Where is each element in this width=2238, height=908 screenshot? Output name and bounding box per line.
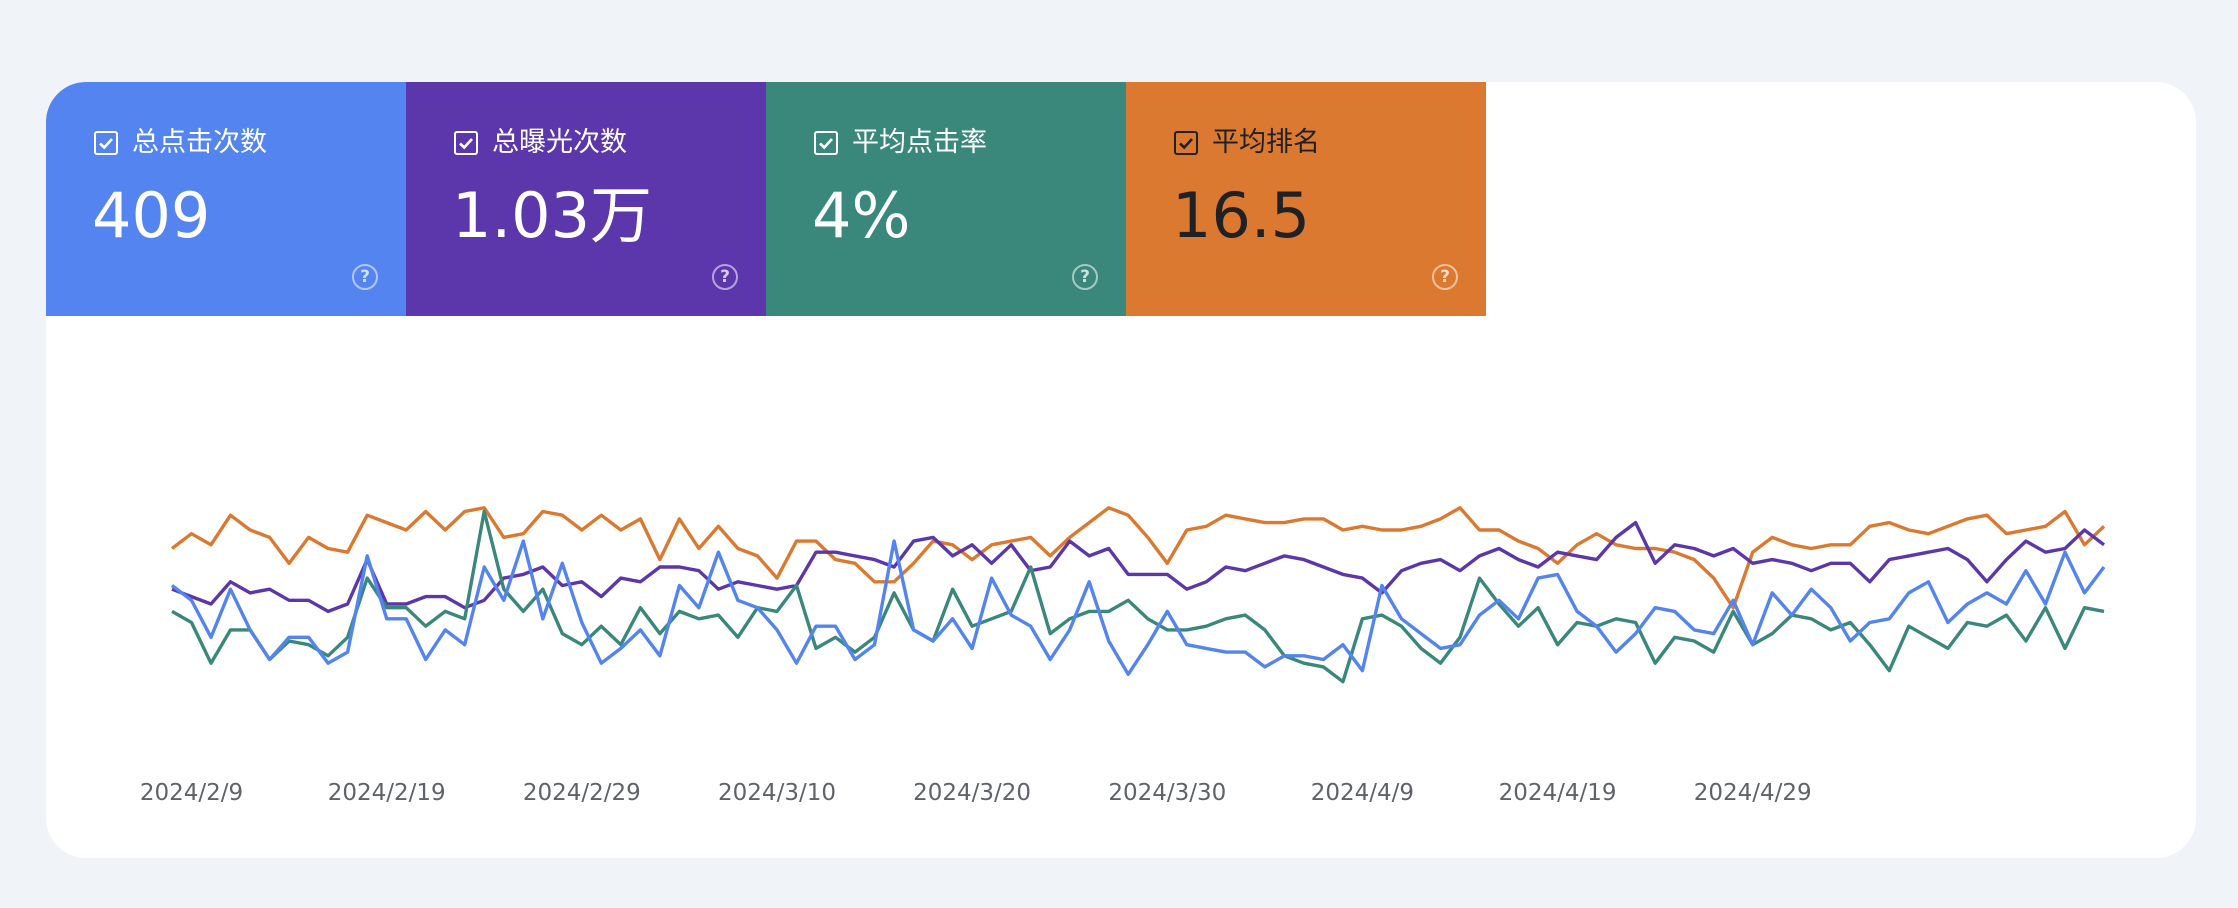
x-tick-label: 2024/3/10 <box>718 780 836 806</box>
x-tick-label: 2024/4/9 <box>1311 780 1414 806</box>
series-line-1 <box>171 520 2106 614</box>
x-tick-label: 2024/4/29 <box>1694 780 1812 806</box>
performance-card: 总点击次数 409 ? 总曝光次数 1.03万 ? 平均点击率 4% ? 平均排… <box>46 82 2196 858</box>
x-tick-label: 2024/2/19 <box>328 780 446 806</box>
x-tick-label: 2024/2/9 <box>140 780 243 806</box>
x-tick-label: 2024/3/30 <box>1108 780 1226 806</box>
x-tick-label: 2024/4/19 <box>1499 780 1617 806</box>
series-line-2 <box>171 509 2105 684</box>
x-tick-label: 2024/3/20 <box>913 780 1031 806</box>
line-chart: 2024/2/9 2024/2/19 2024/2/29 2024/3/10 2024/… <box>140 506 2106 806</box>
x-tick-label: 2024/2/29 <box>523 780 641 806</box>
